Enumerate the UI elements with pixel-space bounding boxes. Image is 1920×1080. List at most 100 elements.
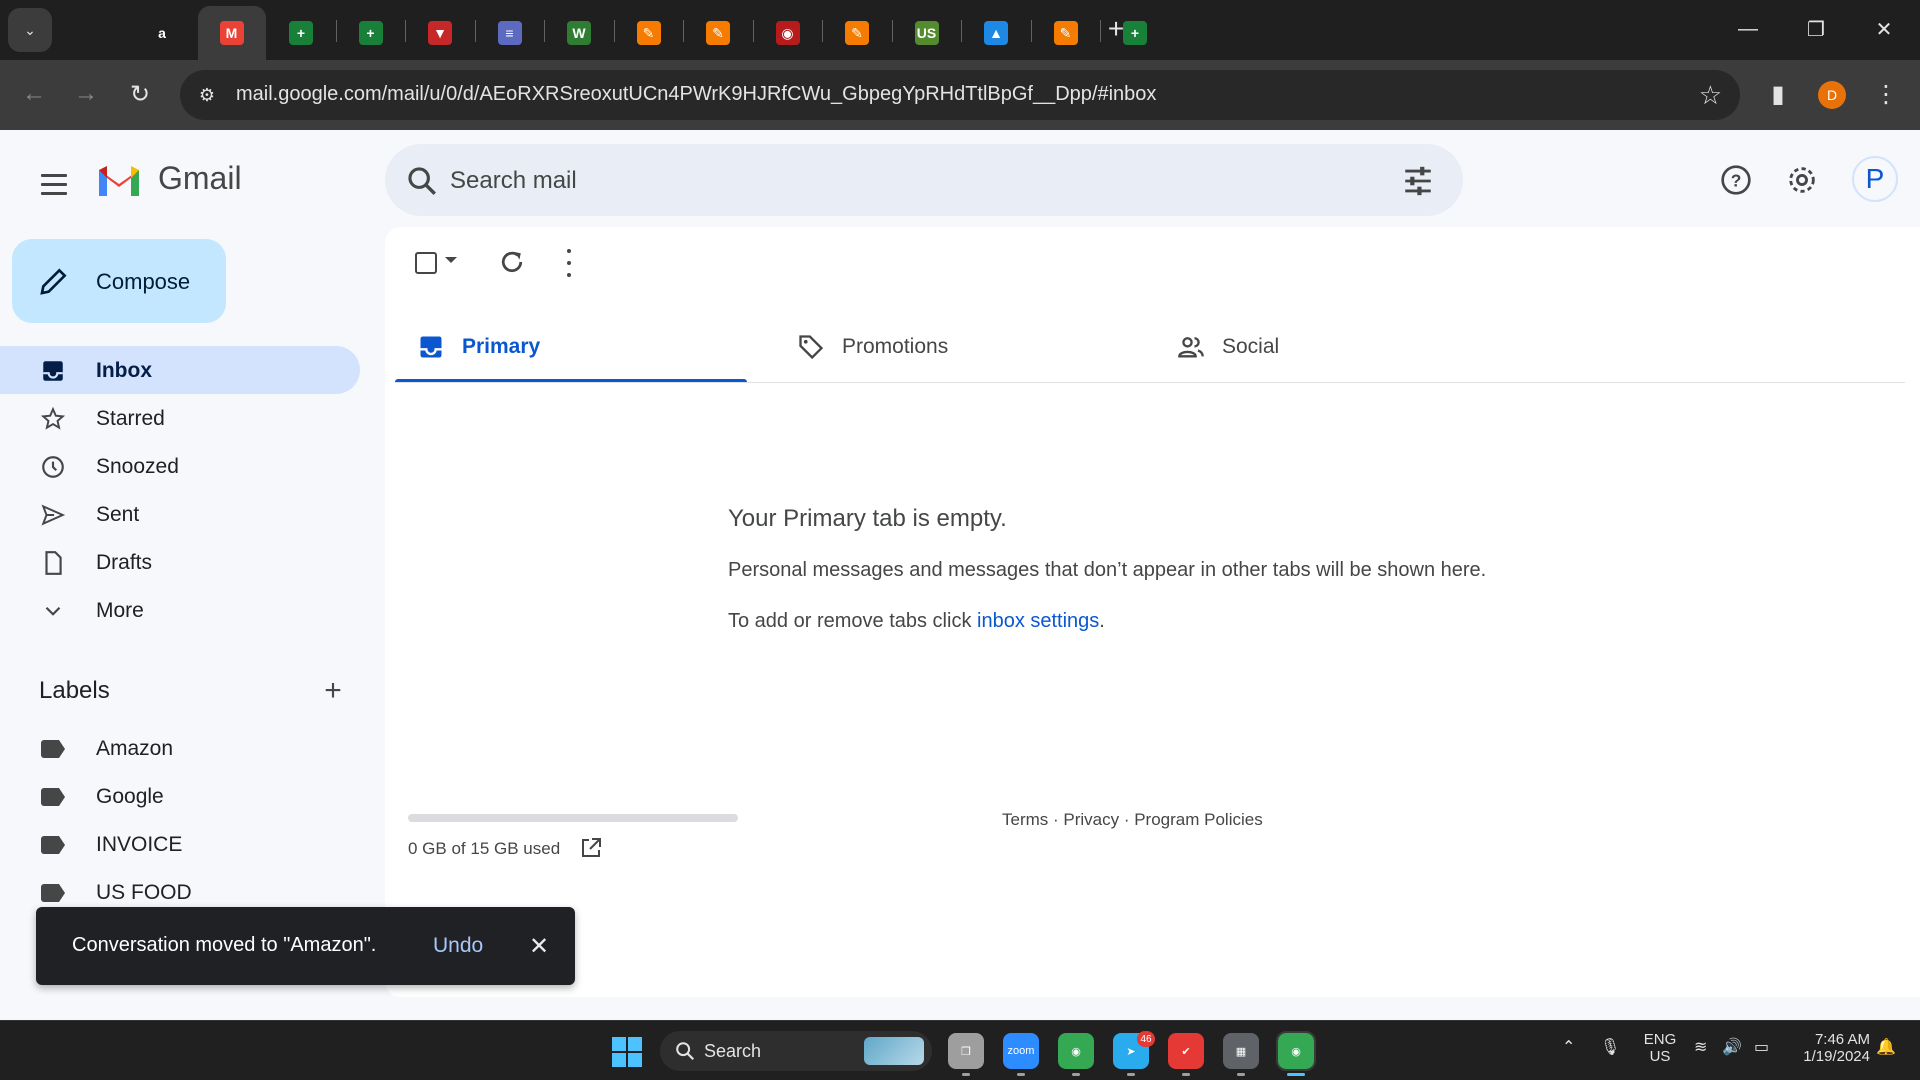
- region-code: US: [1649, 1048, 1671, 1065]
- browser-tab[interactable]: M: [197, 6, 266, 60]
- minimize-button[interactable]: —: [1726, 12, 1770, 46]
- inbox-panel: Primary Promotions Social Your Primary tab…: [385, 227, 1920, 997]
- browser-tab-strip: ⌄ a M + + ▼ ≡ W ✎ ✎ ◉ ✎ US ▲ ✎ + + — ❐ ✕: [0, 0, 1920, 60]
- tab-separator: [474, 20, 476, 42]
- browser-tab[interactable]: +: [337, 6, 405, 60]
- show-hidden-icons-icon[interactable]: ⌃: [1562, 1037, 1575, 1057]
- side-panel-icon[interactable]: ▮: [1758, 74, 1798, 114]
- volume-icon[interactable]: 🔊: [1722, 1037, 1742, 1057]
- battery-icon[interactable]: ▭: [1754, 1037, 1769, 1057]
- footer-links[interactable]: Terms · Privacy · Program Policies: [1002, 810, 1263, 830]
- wifi-icon[interactable]: ≋: [1694, 1037, 1707, 1057]
- more-actions-icon[interactable]: [565, 249, 573, 277]
- bookmark-star-icon[interactable]: ☆: [1699, 80, 1722, 111]
- browser-tab[interactable]: ✎: [1032, 6, 1100, 60]
- label-tag-icon: [40, 832, 66, 858]
- tab-social[interactable]: Social: [1155, 311, 1507, 383]
- zoom-icon[interactable]: zoom: [1003, 1033, 1039, 1069]
- compose-label: Compose: [96, 269, 191, 294]
- label-item[interactable]: Google: [0, 772, 360, 820]
- svg-text:?: ?: [1731, 171, 1742, 191]
- label-name: Google: [96, 785, 164, 808]
- tab-separator: [822, 20, 823, 42]
- undo-button[interactable]: Undo: [433, 934, 483, 958]
- open-in-new-icon[interactable]: [579, 836, 603, 860]
- search-input[interactable]: Search mail: [450, 167, 577, 195]
- tab-promotions[interactable]: Promotions: [775, 311, 1127, 383]
- pen-icon: ✎: [1053, 21, 1078, 45]
- chrome-icon[interactable]: ◉: [1058, 1033, 1094, 1069]
- reload-button[interactable]: ↻: [120, 74, 160, 114]
- back-button[interactable]: ←: [14, 74, 54, 114]
- sidebar-item-label: More: [96, 599, 144, 622]
- browser-profile-avatar[interactable]: D: [1818, 81, 1846, 109]
- search-options-icon[interactable]: [1401, 164, 1435, 198]
- refresh-icon[interactable]: [497, 247, 527, 277]
- close-icon[interactable]: ✕: [524, 931, 554, 961]
- language-indicator[interactable]: ENG US: [1642, 1031, 1678, 1065]
- forward-button[interactable]: →: [66, 74, 106, 114]
- browser-tab[interactable]: ▲: [962, 6, 1030, 60]
- browser-tab[interactable]: ▼: [406, 6, 474, 60]
- calculator-icon[interactable]: ▦: [1223, 1033, 1259, 1069]
- windows-start-icon[interactable]: [612, 1037, 642, 1067]
- sidebar-item-label: Snoozed: [96, 455, 179, 478]
- browser-tab[interactable]: ◉: [754, 6, 822, 60]
- browser-tab[interactable]: ✎: [823, 6, 891, 60]
- microphone-icon[interactable]: 🎙: [1600, 1037, 1620, 1057]
- help-icon[interactable]: ?: [1714, 158, 1758, 202]
- sidebar-item-more[interactable]: More: [0, 586, 360, 634]
- notification-bell-icon[interactable]: 🔔: [1876, 1037, 1896, 1057]
- sidebar-item-sent[interactable]: Sent: [0, 490, 360, 538]
- search-icon[interactable]: [405, 164, 439, 198]
- sidebar-item-drafts[interactable]: Drafts: [0, 538, 360, 586]
- clock[interactable]: 7:46 AM 1/19/2024: [1790, 1031, 1870, 1065]
- browser-tab[interactable]: ✎: [684, 6, 752, 60]
- tab-search-dropdown[interactable]: ⌄: [8, 8, 52, 52]
- main-menu-icon[interactable]: [30, 160, 78, 208]
- hint-suffix: .: [1099, 610, 1105, 632]
- sidebar-item-starred[interactable]: Starred: [0, 394, 360, 442]
- task-view-icon[interactable]: ❐: [948, 1033, 984, 1069]
- browser-tab[interactable]: ✎: [615, 6, 683, 60]
- chrome-profile-icon[interactable]: ◉: [1276, 1031, 1316, 1071]
- account-avatar[interactable]: P: [1852, 156, 1898, 202]
- tabs-divider: [395, 382, 1905, 383]
- address-bar[interactable]: ⚙ mail.google.com/mail/u/0/d/AEoRXRSreox…: [180, 70, 1740, 120]
- tab-primary[interactable]: Primary: [395, 311, 747, 383]
- url-text[interactable]: mail.google.com/mail/u/0/d/AEoRXRSreoxut…: [236, 83, 1156, 106]
- storage-usage-bar: [408, 814, 738, 822]
- sidebar-item-snoozed[interactable]: Snoozed: [0, 442, 360, 490]
- gmail-logo-icon[interactable]: [96, 160, 142, 200]
- close-window-button[interactable]: ✕: [1862, 12, 1906, 46]
- tab-separator: [544, 20, 545, 42]
- browser-tab[interactable]: ≡: [476, 6, 544, 60]
- restore-button[interactable]: ❐: [1794, 12, 1838, 46]
- tab-label: Promotions: [842, 335, 949, 358]
- empty-state-title: Your Primary tab is empty.: [728, 505, 1007, 532]
- inbox-icon: [40, 358, 66, 384]
- telegram-icon[interactable]: ➤ 46: [1113, 1031, 1155, 1069]
- undo-snackbar: Conversation moved to "Amazon". Undo ✕: [36, 907, 575, 985]
- label-item[interactable]: Amazon: [0, 724, 360, 772]
- select-menu-caret-icon[interactable]: [445, 257, 457, 263]
- compose-button[interactable]: Compose: [12, 239, 226, 323]
- settings-gear-icon[interactable]: [1780, 158, 1824, 202]
- search-bar[interactable]: Search mail: [385, 144, 1463, 216]
- label-item[interactable]: INVOICE: [0, 820, 360, 868]
- new-tab-button[interactable]: +: [1100, 12, 1132, 46]
- browser-tab[interactable]: W: [545, 6, 613, 60]
- label-name: US FOOD: [96, 881, 192, 904]
- app-glyph: ✔: [1181, 1045, 1191, 1058]
- select-all-checkbox[interactable]: [415, 252, 437, 274]
- site-info-icon[interactable]: ⚙: [194, 82, 220, 108]
- inbox-settings-link[interactable]: inbox settings: [977, 610, 1099, 632]
- sidebar-item-inbox[interactable]: Inbox: [0, 346, 360, 394]
- browser-tab[interactable]: US: [893, 6, 961, 60]
- browser-tab[interactable]: a: [128, 6, 196, 60]
- add-label-button[interactable]: +: [318, 674, 348, 707]
- check-app-icon[interactable]: ✔: [1168, 1033, 1204, 1069]
- taskbar-search[interactable]: Search: [660, 1031, 932, 1071]
- browser-menu-icon[interactable]: ⋮: [1866, 74, 1906, 114]
- browser-tab[interactable]: +: [267, 6, 335, 60]
